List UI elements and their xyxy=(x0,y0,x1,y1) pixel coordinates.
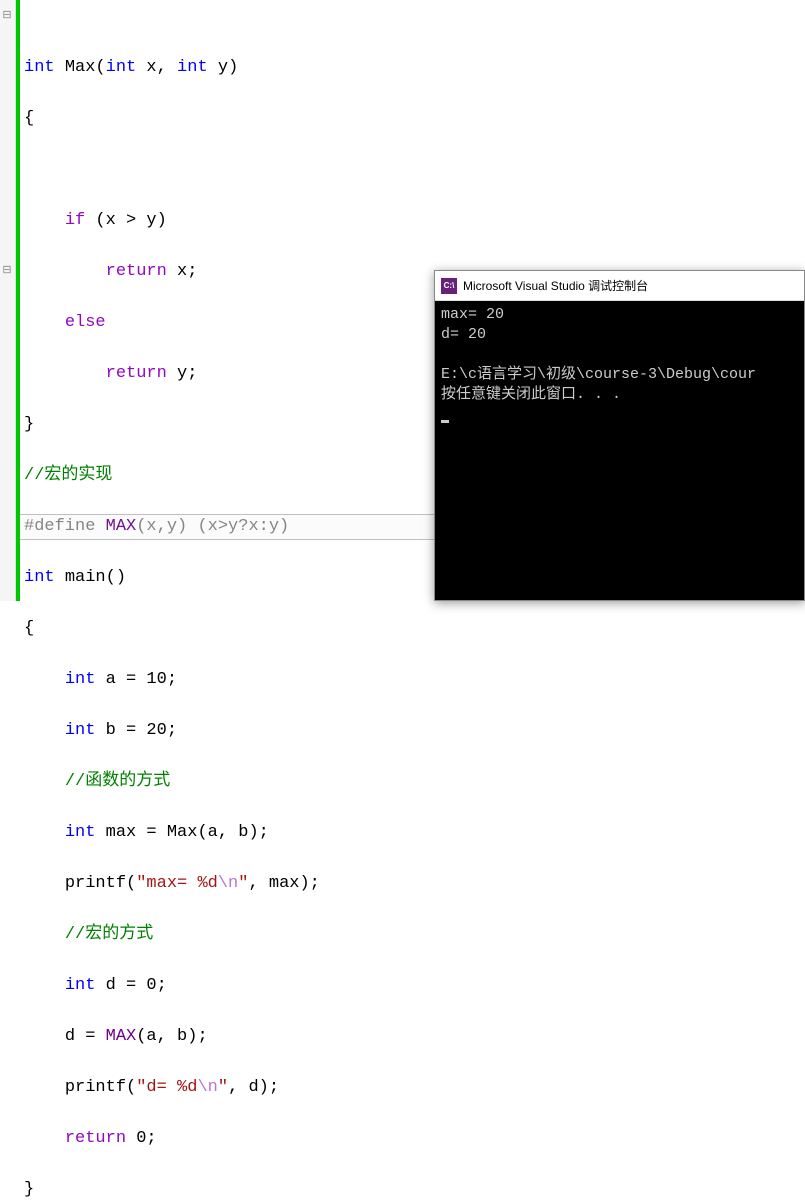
vs-icon: C:\ xyxy=(441,278,457,294)
code-line[interactable]: return 0; xyxy=(24,1126,801,1152)
code-line[interactable]: int d = 0; xyxy=(24,973,801,999)
code-line[interactable]: { xyxy=(24,616,801,642)
code-line[interactable]: printf("d= %d\n", d); xyxy=(24,1075,801,1101)
console-titlebar[interactable]: C:\ Microsoft Visual Studio 调试控制台 xyxy=(435,271,804,301)
fold-toggle-icon[interactable]: ⊟ xyxy=(0,4,14,30)
console-line: E:\c语言学习\初级\course-3\Debug\cour xyxy=(441,366,756,383)
code-line[interactable] xyxy=(24,157,801,183)
debug-console-window[interactable]: C:\ Microsoft Visual Studio 调试控制台 max= 2… xyxy=(434,270,805,601)
console-line: d= 20 xyxy=(441,326,486,343)
console-line: max= 20 xyxy=(441,306,504,323)
fold-toggle-icon[interactable]: ⊟ xyxy=(0,259,14,285)
code-line[interactable]: int b = 20; xyxy=(24,718,801,744)
code-line[interactable]: int max = Max(a, b); xyxy=(24,820,801,846)
code-line[interactable]: } xyxy=(24,1177,801,1202)
code-line[interactable]: int Max(int x, int y) xyxy=(24,55,801,81)
code-line[interactable]: if (x > y) xyxy=(24,208,801,234)
console-line: 按任意键关闭此窗口. . . xyxy=(441,386,621,403)
console-cursor xyxy=(441,420,449,423)
code-line[interactable]: int a = 10; xyxy=(24,667,801,693)
code-line[interactable]: //函数的方式 xyxy=(24,769,801,795)
console-output[interactable]: max= 20 d= 20 E:\c语言学习\初级\course-3\Debug… xyxy=(435,301,804,600)
code-line[interactable]: d = MAX(a, b); xyxy=(24,1024,801,1050)
fold-gutter: ⊟ ⊟ xyxy=(0,0,16,601)
code-line[interactable]: //宏的方式 xyxy=(24,922,801,948)
code-line[interactable]: { xyxy=(24,106,801,132)
console-title: Microsoft Visual Studio 调试控制台 xyxy=(463,277,648,294)
code-line[interactable]: printf("max= %d\n", max); xyxy=(24,871,801,897)
